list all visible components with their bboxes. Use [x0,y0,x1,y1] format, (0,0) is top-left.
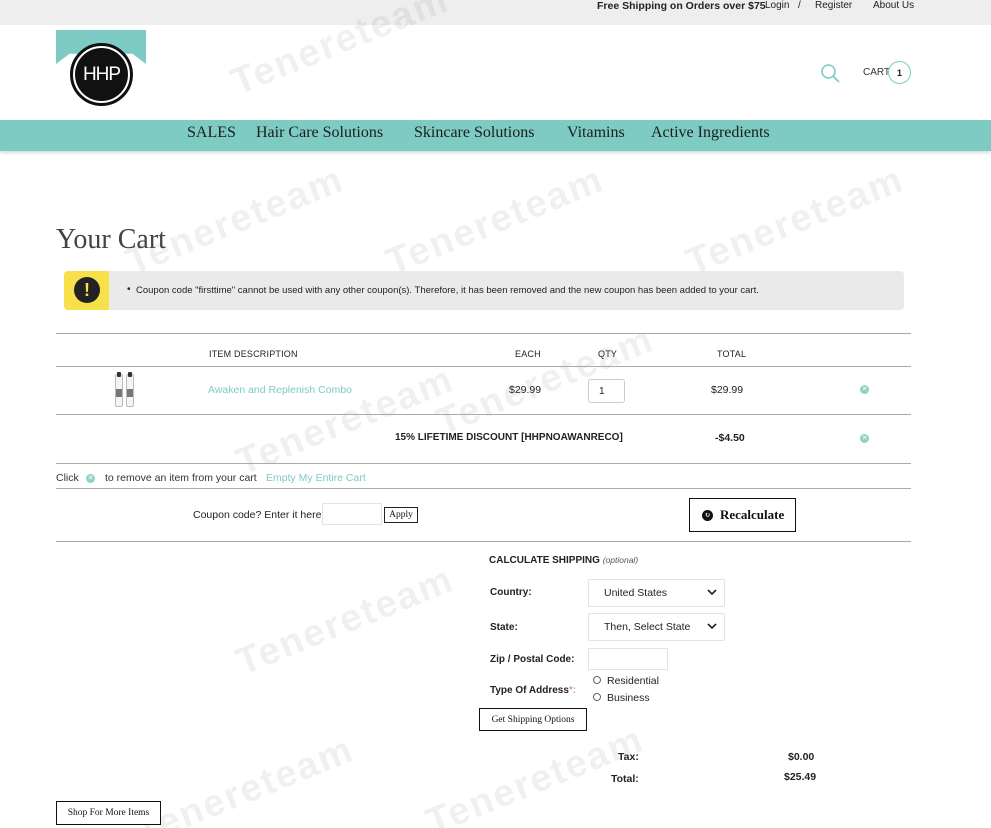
cart-count-badge[interactable]: 1 [888,61,911,84]
divider [56,463,911,464]
remove-hint-icon: ✕ [86,474,95,483]
address-type-label: Type Of Address*: [490,685,576,696]
business-label: Business [607,692,650,704]
apply-coupon-button[interactable]: Apply [384,507,418,523]
shop-more-button[interactable]: Shop For More Items [56,801,161,825]
address-type-text: Type Of Address [490,685,569,696]
header-total: TOTAL [717,349,747,359]
nav-item-active-ingredients[interactable]: Active Ingredients [651,124,770,142]
bullet-icon: • [127,284,131,295]
divider [56,333,911,334]
quantity-input[interactable] [588,379,625,403]
divider [56,414,911,415]
divider [56,541,911,542]
nav-item-sales[interactable]: SALES [187,124,236,142]
divider [56,488,911,489]
tax-value: $0.00 [788,751,815,763]
logo-text: HHP [75,48,128,101]
coupon-alert: ! • Coupon code "firsttime" cannot be us… [64,271,904,310]
state-select[interactable]: Then, Select State [588,613,725,641]
alert-icon-box: ! [64,271,109,310]
total-label: Total: [611,773,639,785]
coupon-label: Coupon code? Enter it here: [193,509,325,521]
login-link[interactable]: Login [765,0,789,12]
get-shipping-options-button[interactable]: Get Shipping Options [479,708,587,731]
watermark-text: Tenereteam [380,158,610,284]
remove-hint-after: to remove an item from your cart [105,472,257,484]
chevron-down-icon [707,589,717,596]
nav-item-vitamins[interactable]: Vitamins [567,124,625,142]
state-selected: Then, Select State [604,621,691,633]
radio-residential[interactable]: Residential [593,675,659,687]
top-bar: Free Shipping on Orders over $75 Login /… [0,0,991,25]
search-icon[interactable] [820,63,840,83]
item-each-price: $29.99 [509,384,542,396]
header-each: EACH [515,349,541,359]
remove-hint-before: Click [56,472,79,484]
nav-item-hair-care[interactable]: Hair Care Solutions [256,124,383,142]
coupon-input[interactable] [322,503,382,525]
recalculate-button[interactable]: ↻ Recalculate [689,498,796,532]
shipping-heading: CALCULATE SHIPPING (optional) [489,555,638,566]
zip-label: Zip / Postal Code: [490,654,575,665]
watermark-text: Tenereteam [680,158,910,284]
radio-business[interactable]: Business [593,692,650,704]
watermark-text: Tenereteam [130,728,360,828]
chevron-down-icon [707,623,717,630]
nav-item-skincare[interactable]: Skincare Solutions [414,124,534,142]
total-value: $25.49 [784,771,817,783]
bottle-image [126,372,134,407]
product-image[interactable] [113,372,137,408]
shipping-heading-text: CALCULATE SHIPPING [489,555,600,566]
remove-discount-icon[interactable]: ✕ [860,434,869,443]
country-selected: United States [604,587,668,599]
register-link[interactable]: Register [815,0,852,12]
refresh-icon: ↻ [702,510,713,521]
divider [56,366,911,367]
main-nav: SALES Hair Care Solutions Skincare Solut… [0,120,991,151]
login-register-separator: / [798,0,801,11]
recalculate-label: Recalculate [720,507,785,522]
country-label: Country: [490,587,532,598]
header-item-description: ITEM DESCRIPTION [209,349,298,359]
header-qty: QTY [598,349,618,359]
watermark-text: Tenereteam [230,558,460,684]
about-us-link[interactable]: About Us [873,0,914,12]
cart-label[interactable]: CART [863,67,890,78]
item-total-price: $29.99 [711,384,744,396]
discount-label: 15% LIFETIME DISCOUNT [HHPNOAWANRECO] [395,432,623,443]
site-logo[interactable]: HHP [70,43,133,106]
product-name-link[interactable]: Awaken and Replenish Combo [208,384,352,396]
discount-value: -$4.50 [715,432,745,444]
watermark-text: Tenereteam [430,318,660,444]
country-select[interactable]: United States [588,579,725,607]
tax-label: Tax: [618,751,639,763]
required-mark: *: [568,685,577,696]
residential-label: Residential [607,675,659,687]
free-shipping-promo: Free Shipping on Orders over $75 [597,0,766,12]
watermark-text: Tenereteam [230,358,460,484]
shipping-optional: (optional) [602,555,639,565]
watermark-text: Tenereteam [120,158,350,284]
state-label: State: [490,622,518,633]
empty-cart-link[interactable]: Empty My Entire Cart [266,472,366,484]
radio-circle-icon[interactable] [593,693,601,702]
exclamation-icon: ! [74,277,100,303]
radio-circle-icon[interactable] [593,676,601,685]
zip-input[interactable] [588,648,668,670]
remove-item-icon[interactable]: ✕ [860,385,869,394]
bottle-image [115,372,123,407]
alert-message: Coupon code "firsttime" cannot be used w… [136,285,759,296]
page-title: Your Cart [56,224,166,255]
